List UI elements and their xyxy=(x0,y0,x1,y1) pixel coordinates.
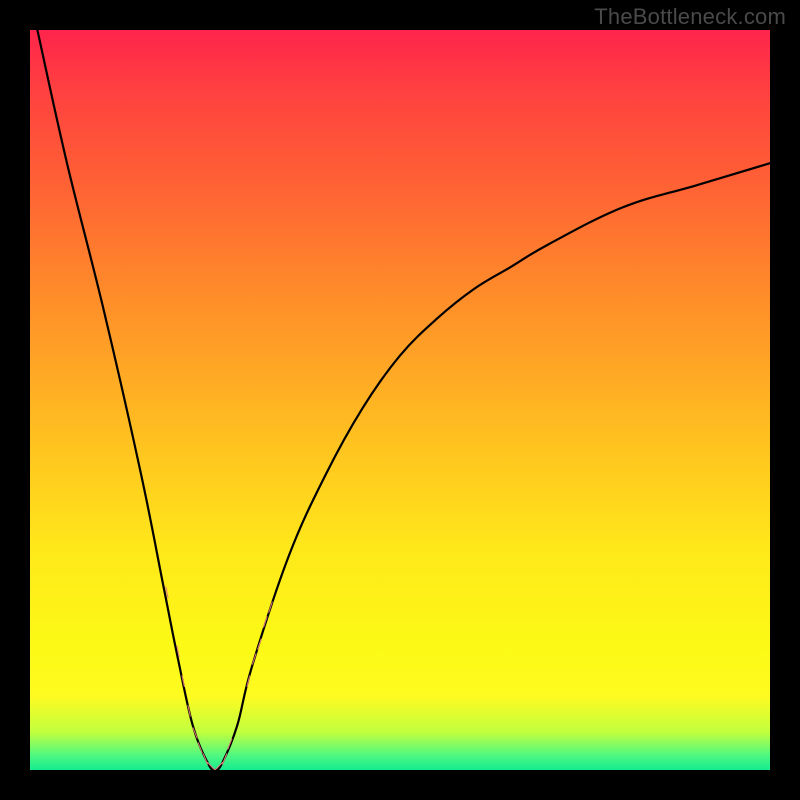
bottleneck-curve xyxy=(37,30,770,770)
chart-frame: TheBottleneck.com xyxy=(0,0,800,800)
plot-area xyxy=(30,30,770,770)
chart-svg xyxy=(30,30,770,770)
watermark-text: TheBottleneck.com xyxy=(594,4,786,30)
